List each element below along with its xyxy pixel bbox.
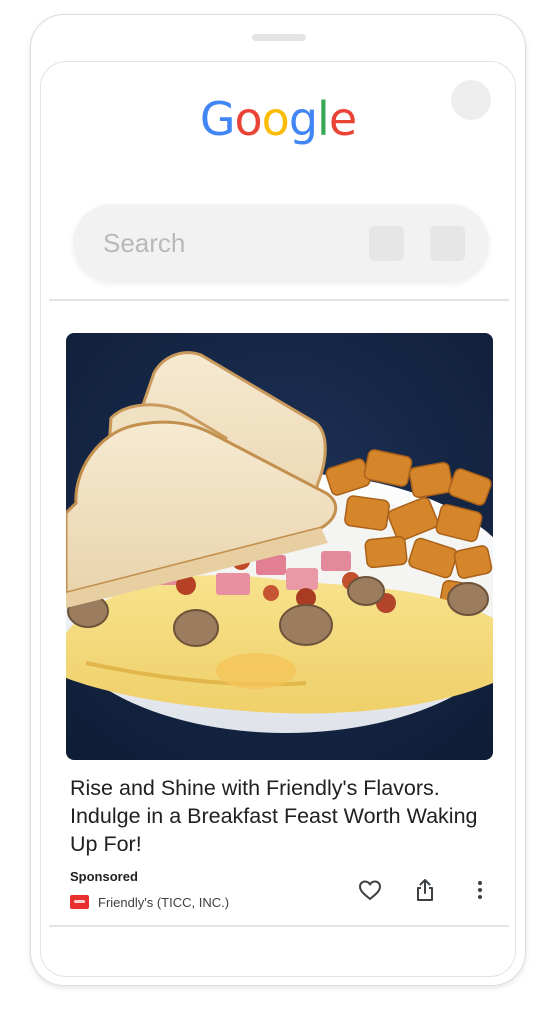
- share-icon[interactable]: [412, 877, 438, 903]
- search-placeholder: Search: [103, 228, 186, 258]
- search-bar[interactable]: Search: [73, 204, 489, 282]
- advertiser-logo: [70, 895, 89, 909]
- phone-frame: Google Search Rise and Shine with Friend…: [30, 14, 526, 986]
- voice-search-icon[interactable]: [369, 226, 404, 261]
- logo-letter: G: [199, 92, 236, 146]
- speaker-notch: [252, 34, 306, 41]
- heart-icon[interactable]: [357, 877, 383, 903]
- advertiser-row[interactable]: Friendly's (TICC, INC.): [70, 893, 229, 911]
- logo-letter: g: [288, 92, 318, 146]
- lens-icon[interactable]: [430, 226, 465, 261]
- breakfast-plate-image[interactable]: [66, 333, 493, 760]
- sponsored-label: Sponsored: [70, 869, 138, 884]
- logo-letter: o: [261, 92, 290, 146]
- ad-headline[interactable]: Rise and Shine with Friendly's Flavors. …: [70, 774, 490, 858]
- logo-letter: l: [317, 92, 330, 146]
- advertiser-name: Friendly's (TICC, INC.): [98, 894, 230, 910]
- logo-letter: e: [328, 92, 357, 146]
- google-logo: Google: [41, 96, 515, 142]
- logo-letter: o: [234, 92, 263, 146]
- divider: [49, 925, 509, 927]
- phone-screen: Google Search Rise and Shine with Friend…: [40, 61, 516, 977]
- more-vert-icon[interactable]: [467, 877, 493, 903]
- account-avatar[interactable]: [451, 80, 491, 120]
- divider: [49, 299, 509, 301]
